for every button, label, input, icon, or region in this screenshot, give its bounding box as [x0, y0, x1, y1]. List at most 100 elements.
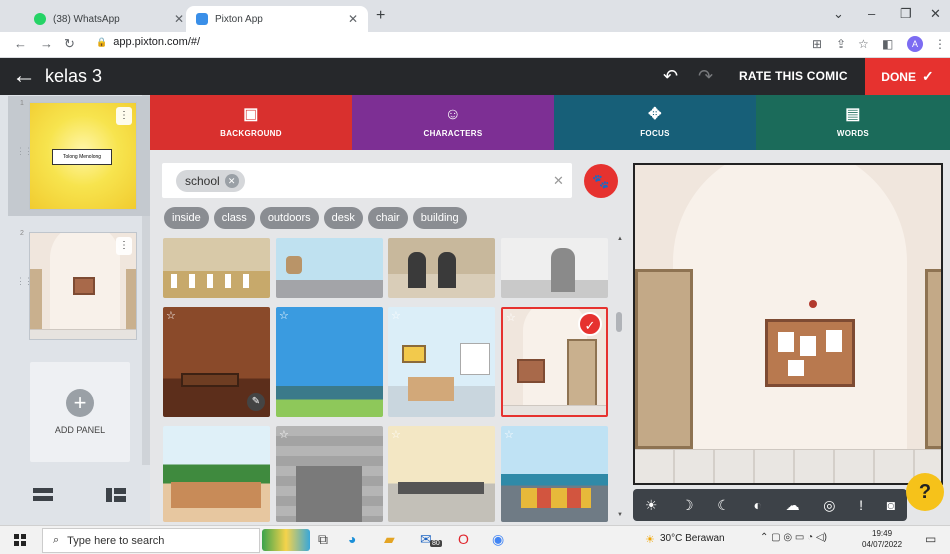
- tab-search-icon[interactable]: ⌄: [833, 6, 844, 22]
- tab-whatsapp[interactable]: (38) WhatsApp ✕: [24, 6, 194, 32]
- window-close-icon[interactable]: ✕: [930, 6, 941, 22]
- weather-widget-icon[interactable]: [262, 529, 310, 551]
- file-explorer-icon[interactable]: ▰: [384, 531, 395, 548]
- tag-class[interactable]: class: [213, 207, 255, 229]
- camera-icon[interactable]: ◙: [887, 497, 895, 513]
- grid-view-icon[interactable]: [106, 488, 126, 502]
- taskbar-search-input[interactable]: ⌕ Type here to search: [42, 528, 260, 553]
- tab-label: CHARACTERS: [423, 129, 483, 138]
- bookmark-star-icon[interactable]: ☆: [858, 37, 869, 51]
- brightness-icon[interactable]: ☀: [645, 497, 658, 514]
- background-grid-scrollbar[interactable]: ▲ ▼: [614, 236, 624, 522]
- whatsapp-icon: [34, 13, 46, 25]
- sidepanel-icon[interactable]: ◧: [882, 37, 893, 51]
- add-panel-button[interactable]: + ADD PANEL: [30, 362, 130, 462]
- panel-2[interactable]: 2 ⋮⋮ ⋮: [8, 226, 150, 346]
- pixton-icon: [196, 13, 208, 25]
- new-tab-button[interactable]: +: [376, 7, 385, 25]
- menu-dots-icon[interactable]: ⋮: [934, 37, 946, 51]
- panel-1-thumbnail[interactable]: Tolong Menolong ⋮: [29, 102, 137, 210]
- tag-outdoors[interactable]: outdoors: [259, 207, 319, 229]
- face-icon: ☺: [444, 106, 462, 123]
- back-arrow-icon[interactable]: ←: [12, 62, 36, 90]
- tag-chair[interactable]: chair: [367, 207, 408, 229]
- favorite-star-icon[interactable]: ☆: [279, 428, 289, 441]
- weather-text[interactable]: 30°C Berawan: [660, 533, 725, 544]
- profile-avatar[interactable]: A: [907, 36, 923, 52]
- close-icon[interactable]: ✕: [174, 12, 184, 26]
- redo-icon[interactable]: ↷: [698, 66, 713, 87]
- panel-menu-icon[interactable]: ⋮: [116, 237, 132, 255]
- panel-menu-icon[interactable]: ⋮: [116, 107, 132, 125]
- alert-icon[interactable]: !: [859, 497, 863, 513]
- tag-desk[interactable]: desk: [323, 207, 363, 229]
- favorite-star-icon[interactable]: ☆: [504, 428, 514, 441]
- tag-inside[interactable]: inside: [164, 207, 209, 229]
- tab-background[interactable]: ▣ BACKGROUND: [150, 95, 352, 150]
- panel-number: 2: [20, 230, 24, 237]
- notification-icon[interactable]: ▭: [925, 532, 936, 546]
- background-thumb[interactable]: ☆: [388, 307, 495, 417]
- windows-start-icon[interactable]: [14, 534, 26, 546]
- bulletin-board-icon: [73, 277, 95, 295]
- background-thumb[interactable]: [501, 238, 608, 298]
- back-icon[interactable]: ←: [14, 36, 27, 51]
- edge-icon[interactable]: ◕: [348, 531, 356, 547]
- tab-characters[interactable]: ☺ CHARACTERS: [352, 95, 554, 150]
- url-field[interactable]: 🔒 app.pixton.com/#/: [96, 36, 200, 48]
- background-thumb[interactable]: [388, 238, 495, 298]
- tag-building[interactable]: building: [412, 207, 467, 229]
- tab-focus[interactable]: ✥ FOCUS: [554, 95, 756, 150]
- help-button[interactable]: ?: [906, 473, 944, 511]
- clock-date: 04/07/2022: [862, 540, 903, 549]
- address-bar: ← → ↻ 🔒 app.pixton.com/#/ ⊞ ⇪ ☆ ◧ ⋮: [0, 32, 950, 58]
- maximize-icon[interactable]: ❐: [900, 6, 912, 22]
- reload-icon[interactable]: ↻: [64, 36, 75, 52]
- color-icon[interactable]: ◐: [753, 497, 761, 513]
- undo-icon[interactable]: ↶: [663, 66, 678, 87]
- edit-icon[interactable]: ✎: [247, 393, 265, 411]
- minimize-icon[interactable]: –: [868, 6, 875, 21]
- swirl-icon[interactable]: ◎: [823, 497, 835, 514]
- tab-words[interactable]: ▤ WORDS: [756, 95, 950, 150]
- favorite-star-icon[interactable]: ☆: [391, 428, 401, 441]
- background-thumb[interactable]: [163, 426, 270, 522]
- search-chip[interactable]: school ✕: [176, 170, 245, 192]
- favorite-star-icon[interactable]: ☆: [391, 309, 401, 322]
- opera-icon[interactable]: O: [458, 531, 469, 547]
- favorite-star-icon[interactable]: ☆: [166, 309, 176, 322]
- tab-title: (38) WhatsApp: [53, 13, 120, 25]
- task-view-icon[interactable]: ⧉: [318, 531, 328, 548]
- chip-remove-icon[interactable]: ✕: [224, 174, 239, 188]
- favorite-star-icon[interactable]: ☆: [279, 309, 289, 322]
- moon-large-icon[interactable]: ☽: [681, 497, 694, 514]
- panel-1[interactable]: 1 ⋮⋮ Tolong Menolong ⋮: [8, 96, 150, 216]
- list-view-icon[interactable]: [33, 488, 53, 502]
- clear-search-icon[interactable]: ✕: [553, 173, 564, 189]
- chrome-icon[interactable]: ◉: [492, 531, 504, 548]
- favorite-star-icon[interactable]: ☆: [506, 311, 516, 324]
- moon-small-icon[interactable]: ☾: [717, 497, 730, 514]
- background-thumb[interactable]: ☆: [276, 307, 383, 417]
- comic-panel-stage[interactable]: [633, 163, 943, 485]
- forward-icon[interactable]: →: [40, 36, 53, 51]
- background-thumb[interactable]: ☆: [501, 426, 608, 522]
- weather-icon[interactable]: ☁: [786, 497, 800, 514]
- background-thumb[interactable]: ☆: [388, 426, 495, 522]
- comic-title[interactable]: kelas 3: [45, 66, 102, 87]
- background-thumb[interactable]: ☆: [276, 426, 383, 522]
- background-thumb[interactable]: ☆ ✎: [163, 307, 270, 417]
- share-icon[interactable]: ⇪: [836, 37, 846, 51]
- tab-pixton[interactable]: Pixton App ✕: [186, 6, 368, 32]
- paw-filter-button[interactable]: 🐾: [584, 164, 618, 198]
- tray-icons[interactable]: ⌃ ▢ ◎ ▭ ◔ ◁): [760, 532, 827, 543]
- background-thumb[interactable]: [276, 238, 383, 298]
- panel-number: 1: [20, 100, 24, 107]
- translate-icon[interactable]: ⊞: [812, 37, 822, 51]
- close-icon[interactable]: ✕: [348, 12, 358, 26]
- background-thumb[interactable]: [163, 238, 270, 298]
- rate-comic-button[interactable]: RATE THIS COMIC: [739, 69, 848, 83]
- system-clock[interactable]: 19:49 04/07/2022: [862, 528, 902, 550]
- panel-2-thumbnail[interactable]: ⋮: [29, 232, 137, 340]
- done-button[interactable]: DONE ✓: [865, 58, 950, 95]
